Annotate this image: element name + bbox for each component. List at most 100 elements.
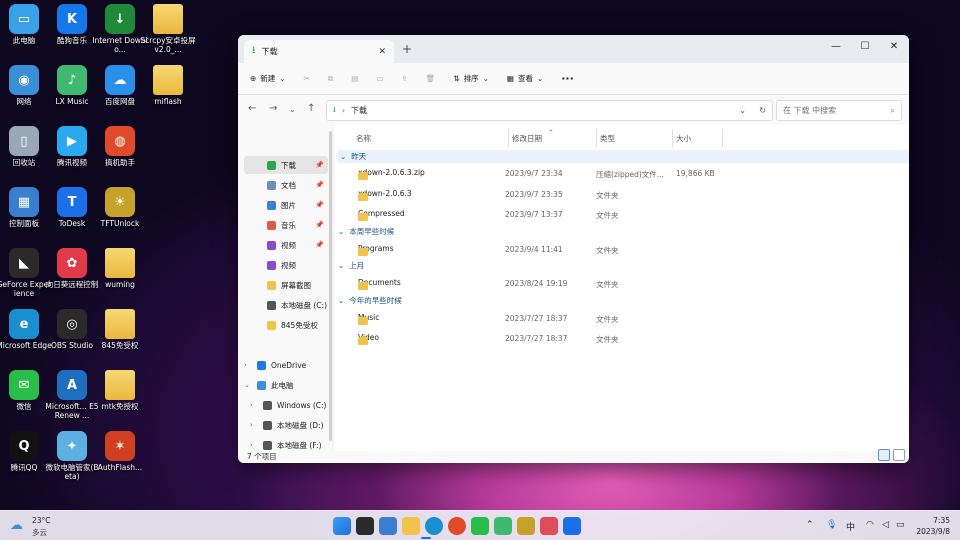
column-separator[interactable] (722, 129, 723, 147)
tray-overflow-chevron-icon[interactable]: ⌃ (806, 520, 814, 530)
desktop-icon[interactable]: ↓ Internet Downlo... (92, 4, 148, 54)
pin-icon[interactable]: 📌 (315, 181, 324, 189)
weather-temp[interactable]: 23°C (32, 516, 51, 525)
column-name[interactable]: 名称 (356, 129, 371, 147)
start-button[interactable] (333, 517, 351, 535)
taskbar-app-icon[interactable] (402, 517, 420, 535)
close-tab-icon[interactable]: ✕ (378, 47, 386, 57)
minimize-button[interactable]: — (826, 41, 846, 52)
file-row[interactable]: Compressed 2023/9/7 13:37 文件夹 (348, 206, 903, 224)
desktop-icon[interactable]: ◍ 搞机助手 (94, 126, 146, 167)
taskbar-app-icon[interactable] (540, 517, 558, 535)
desktop-icon[interactable]: ▯ 回收站 (0, 126, 50, 167)
desktop-icon[interactable]: ◎ OBS Studio (46, 309, 98, 350)
file-row[interactable]: Video 2023/7/27 18:37 文件夹 (348, 330, 903, 348)
desktop-icon[interactable]: miflash (142, 65, 194, 106)
group-header[interactable]: ⌄ 今年的早些时候 (338, 295, 402, 306)
desktop-icon[interactable]: mtk免授权 (94, 370, 146, 411)
taskbar-app-icon[interactable] (471, 517, 489, 535)
view-button[interactable]: ▦ 查看 ⌄ (507, 73, 543, 84)
file-row[interactable]: xdown-2.0.6.3.zip 2023/9/7 23:34 压缩(zipped… (348, 165, 903, 183)
desktop-icon[interactable]: Q 腾讯QQ (0, 431, 50, 472)
sidebar-item[interactable]: › Windows (C:) (244, 396, 328, 414)
rename-icon[interactable]: ▭ (376, 74, 383, 83)
sidebar-item[interactable]: 视频 (244, 256, 328, 274)
weather-desc[interactable]: 多云 (32, 527, 47, 538)
details-view-button[interactable] (878, 449, 890, 461)
pin-icon[interactable]: 📌 (315, 221, 324, 229)
back-arrow-icon[interactable]: ← (248, 103, 256, 114)
desktop-icon[interactable]: e Microsoft Edge (0, 309, 52, 350)
collapse-chevron-icon[interactable]: ⌄ (338, 261, 344, 270)
desktop-icon[interactable]: T ToDesk (46, 187, 98, 228)
column-separator[interactable] (672, 129, 673, 147)
path-box[interactable]: ⭳ › 下载 ⌄ ↻ (326, 100, 773, 121)
cut-icon[interactable]: ✂ (304, 74, 310, 83)
pin-icon[interactable]: 📌 (315, 201, 324, 209)
column-separator[interactable] (508, 129, 509, 147)
up-arrow-icon[interactable]: ↑ (307, 103, 315, 114)
desktop-icon[interactable]: ✿ 向日葵远程控制 (46, 248, 98, 289)
weather-icon[interactable]: ☁ (10, 518, 23, 533)
desktop-icon[interactable]: Scrcpy安卓投屏v2.0_... (140, 4, 196, 54)
desktop-icon[interactable]: ▶ 腾讯视频 (46, 126, 98, 167)
microphone-icon[interactable]: 🎙 (826, 520, 837, 530)
desktop-icon[interactable]: K 酷狗音乐 (46, 4, 98, 45)
desktop-icon[interactable]: ☁ 百度网盘 (94, 65, 146, 106)
pin-icon[interactable]: 📌 (315, 161, 324, 169)
more-options-button[interactable]: ··· (561, 72, 574, 85)
ime-indicator[interactable]: 中 (846, 520, 855, 533)
battery-icon[interactable]: ▭ (896, 520, 905, 530)
collapse-chevron-icon[interactable]: ⌄ (340, 152, 346, 161)
chevron-icon[interactable]: › (244, 361, 252, 369)
desktop-icon[interactable]: ◣ GeForce Experience (0, 248, 51, 298)
taskbar-app-icon[interactable] (563, 517, 581, 535)
taskbar-app-icon[interactable] (448, 517, 466, 535)
file-row[interactable]: Documents 2023/8/24 19:19 文件夹 (348, 275, 903, 293)
sort-button[interactable]: ⇅ 排序 ⌄ (453, 73, 489, 84)
collapse-chevron-icon[interactable]: ⌄ (338, 227, 344, 236)
recent-chevron-icon[interactable]: ⌄ (289, 105, 296, 114)
desktop-icon[interactable]: 845免受权 (94, 309, 146, 350)
chevron-icon[interactable]: › (250, 441, 258, 449)
group-header[interactable]: ⌄ 本周早些时候 (338, 226, 394, 237)
file-row[interactable]: xdown-2.0.6.3 2023/9/7 23:35 文件夹 (348, 186, 903, 204)
column-date[interactable]: 修改日期 (512, 129, 542, 147)
file-row[interactable]: Programs 2023/9/4 11:41 文件夹 (348, 241, 903, 259)
sidebar-item[interactable]: 图片 📌 (244, 196, 328, 214)
desktop-icon[interactable]: ☀ TFTUnlock (94, 187, 146, 228)
sidebar-item[interactable]: › 本地磁盘 (D:) (244, 416, 328, 434)
chevron-icon[interactable]: › (250, 421, 258, 429)
breadcrumb[interactable]: 下载 (351, 105, 367, 116)
sidebar-item[interactable]: 视频 📌 (244, 236, 328, 254)
navigation-scrollbar[interactable] (329, 131, 332, 441)
copy-icon[interactable]: ⧉ (328, 74, 333, 84)
desktop-icon[interactable]: ▦ 控制面板 (0, 187, 50, 228)
desktop-icon[interactable]: ▭ 此电脑 (0, 4, 50, 45)
refresh-icon[interactable]: ↻ (759, 106, 766, 115)
desktop-icon[interactable]: ◉ 网络 (0, 65, 50, 106)
desktop-icon[interactable]: A Microsoft... E5 Renew ... (45, 370, 99, 420)
sidebar-item[interactable]: 文档 📌 (244, 176, 328, 194)
group-header[interactable]: ⌄ 上月 (338, 260, 364, 271)
delete-icon[interactable]: 🗑 (426, 74, 436, 83)
clock-date[interactable]: 2023/9/8 (912, 527, 950, 536)
desktop-icon[interactable]: ✉ 微信 (0, 370, 50, 411)
sidebar-item[interactable]: 屏幕截图 (244, 276, 328, 294)
taskbar-app-icon[interactable] (517, 517, 535, 535)
column-size[interactable]: 大小 (676, 129, 691, 147)
desktop-icon[interactable]: ✶ AuthFlash... (94, 431, 146, 472)
desktop-icon[interactable]: ♪ LX Music (46, 65, 98, 106)
sidebar-item[interactable]: 下载 📌 (244, 156, 328, 174)
wifi-icon[interactable]: ◠ (866, 520, 874, 530)
new-button[interactable]: ⊕ 新建 ⌄ (250, 73, 286, 84)
sidebar-item[interactable]: 音乐 📌 (244, 216, 328, 234)
taskbar-app-icon[interactable] (494, 517, 512, 535)
taskbar-app-icon[interactable] (425, 517, 443, 535)
chevron-down-icon[interactable]: ⌄ (739, 106, 746, 115)
chevron-icon[interactable]: › (250, 401, 258, 409)
taskbar-app-icon[interactable] (379, 517, 397, 535)
sidebar-item[interactable]: ⌄ 此电脑 (244, 376, 328, 394)
desktop-icon[interactable]: wuming (94, 248, 146, 289)
chevron-icon[interactable]: ⌄ (244, 381, 252, 389)
